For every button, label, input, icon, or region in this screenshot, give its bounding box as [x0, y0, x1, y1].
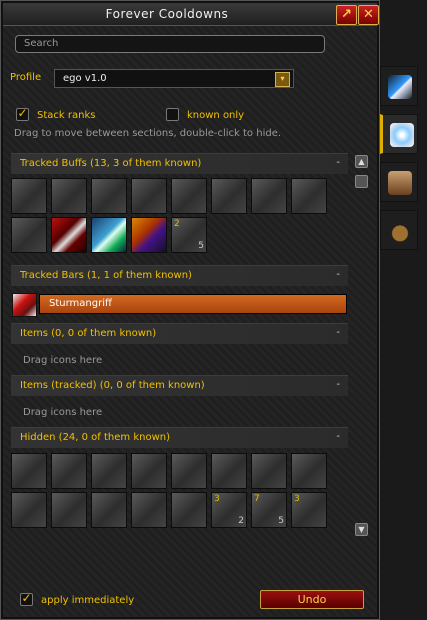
spell-icon[interactable] — [51, 178, 87, 214]
section-title: Items (0, 0 of them known) — [20, 328, 157, 339]
window-title: Forever Cooldowns — [105, 7, 229, 21]
known-only-checkbox[interactable] — [166, 108, 179, 121]
section-tracked-bars[interactable]: Tracked Bars (1, 1 of them known) - — [11, 265, 348, 286]
search-input[interactable]: Search — [15, 35, 325, 53]
collapse-button[interactable]: - — [336, 431, 340, 442]
tab-pouch[interactable] — [380, 210, 418, 250]
spell-icon[interactable] — [171, 492, 207, 528]
undo-button[interactable]: Undo — [260, 590, 364, 609]
rank-count: 3 — [294, 494, 300, 504]
side-tabs — [380, 66, 420, 258]
spell-icon[interactable] — [211, 178, 247, 214]
section-title: Tracked Bars (1, 1 of them known) — [20, 270, 192, 281]
spell-icon[interactable] — [91, 217, 127, 253]
rank-count: 2 — [174, 219, 180, 229]
tab-lightning[interactable] — [380, 66, 418, 106]
lightning-icon — [388, 75, 412, 99]
scroll-up-button[interactable]: ▲ — [355, 155, 368, 168]
spell-icon[interactable] — [51, 453, 87, 489]
bar-spell-icon[interactable] — [12, 293, 37, 317]
stack-count: 2 — [238, 516, 244, 526]
tracked-buffs-grid: 25 — [11, 178, 328, 253]
spell-icon[interactable] — [171, 453, 207, 489]
frost-crystal-icon — [390, 123, 414, 147]
spell-icon[interactable] — [11, 453, 47, 489]
section-tracked-buffs[interactable]: Tracked Buffs (13, 3 of them known) - — [11, 153, 348, 174]
scrollbar-thumb[interactable] — [355, 175, 368, 188]
spell-icon[interactable]: 25 — [171, 217, 207, 253]
spell-icon[interactable] — [51, 492, 87, 528]
collapse-button[interactable]: - — [336, 327, 340, 338]
spell-icon[interactable]: 75 — [251, 492, 287, 528]
section-title: Tracked Buffs (13, 3 of them known) — [20, 158, 202, 169]
spell-icon[interactable] — [131, 178, 167, 214]
title-bar[interactable]: Forever Cooldowns ↗ ✕ — [3, 3, 379, 26]
stack-count: 5 — [278, 516, 284, 526]
section-hidden[interactable]: Hidden (24, 0 of them known) - — [11, 427, 348, 448]
spell-icon[interactable]: 3 — [291, 492, 327, 528]
section-title: Hidden (24, 0 of them known) — [20, 432, 170, 443]
drag-hint: Drag to move between sections, double-cl… — [14, 128, 282, 139]
stack-ranks-checkbox[interactable]: ✓ — [16, 107, 29, 121]
profile-value: ego v1.0 — [63, 73, 107, 84]
items-tracked-drop-zone[interactable]: Drag icons here — [23, 407, 102, 418]
spell-icon[interactable] — [91, 453, 127, 489]
spell-icon[interactable] — [11, 217, 47, 253]
scroll-book-icon — [388, 171, 412, 195]
popout-arrow-icon[interactable]: ↗ — [336, 5, 357, 25]
spell-icon[interactable] — [291, 453, 327, 489]
collapse-button[interactable]: - — [336, 157, 340, 168]
items-drop-zone[interactable]: Drag icons here — [23, 355, 102, 366]
collapse-button[interactable]: - — [336, 379, 340, 390]
spell-icon[interactable] — [91, 178, 127, 214]
rank-count: 7 — [254, 494, 260, 504]
spell-icon[interactable] — [131, 492, 167, 528]
known-only-label: known only — [187, 110, 245, 121]
tab-scroll-book[interactable] — [380, 162, 418, 202]
section-items-tracked[interactable]: Items (tracked) (0, 0 of them known) - — [11, 375, 348, 396]
spell-icon[interactable] — [251, 453, 287, 489]
spell-icon[interactable] — [11, 178, 47, 214]
apply-immediately-checkbox[interactable]: ✓ — [20, 592, 33, 606]
close-button[interactable]: ✕ — [358, 5, 379, 25]
stack-ranks-label: Stack ranks — [37, 110, 96, 121]
spell-icon[interactable] — [51, 217, 87, 253]
collapse-button[interactable]: - — [336, 269, 340, 280]
pouch-icon — [388, 219, 412, 243]
apply-immediately-label: apply immediately — [41, 595, 135, 606]
spell-icon[interactable] — [11, 492, 47, 528]
spell-icon[interactable] — [211, 453, 247, 489]
main-window: Forever Cooldowns ↗ ✕ Search Profile ego… — [0, 0, 380, 620]
cooldown-bar[interactable]: Sturmangriff — [39, 294, 347, 314]
spell-icon[interactable] — [291, 178, 327, 214]
section-title: Items (tracked) (0, 0 of them known) — [20, 380, 205, 391]
section-items[interactable]: Items (0, 0 of them known) - — [11, 323, 348, 344]
profile-dropdown[interactable]: ego v1.0 ▾ — [54, 69, 294, 88]
spell-icon[interactable] — [131, 217, 167, 253]
spell-icon[interactable] — [171, 178, 207, 214]
spell-icon[interactable] — [91, 492, 127, 528]
chevron-down-icon[interactable]: ▾ — [275, 72, 290, 87]
rank-count: 3 — [214, 494, 220, 504]
hidden-grid: 32753 — [11, 453, 328, 528]
bar-label: Sturmangriff — [49, 298, 112, 309]
scroll-down-button[interactable]: ▼ — [355, 523, 368, 536]
spell-icon[interactable]: 32 — [211, 492, 247, 528]
spell-icon[interactable] — [131, 453, 167, 489]
hidden-scroll-area[interactable]: 32753 — [1, 453, 351, 539]
stack-count: 5 — [198, 241, 204, 251]
profile-label: Profile — [10, 72, 42, 83]
spell-icon[interactable] — [251, 178, 287, 214]
tab-frost-crystal[interactable] — [380, 114, 418, 154]
